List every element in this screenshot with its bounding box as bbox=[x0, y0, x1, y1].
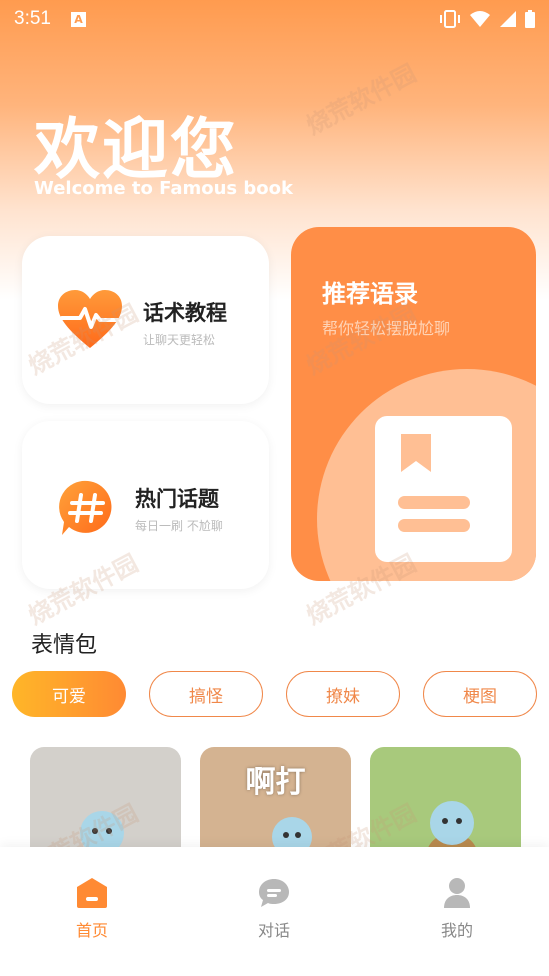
chip-cute[interactable]: 可爱 bbox=[12, 671, 126, 717]
status-bar: 3:51 A bbox=[0, 0, 549, 38]
hot-topics-title: 热门话题 bbox=[135, 487, 219, 511]
chip-meme[interactable]: 梗图 bbox=[423, 671, 537, 717]
signal-icon bbox=[500, 11, 516, 27]
bookmark-document-icon bbox=[375, 416, 512, 562]
category-chips: 可爱 搞怪 撩妹 梗图 bbox=[12, 671, 537, 717]
emoji-thumbnail[interactable] bbox=[30, 747, 181, 857]
status-icons bbox=[439, 10, 535, 28]
recommended-quotes-title: 推荐语录 bbox=[322, 280, 418, 308]
tab-home[interactable]: 首页 bbox=[52, 877, 132, 941]
chip-flirt[interactable]: 撩妹 bbox=[286, 671, 400, 717]
chip-funny[interactable]: 搞怪 bbox=[149, 671, 263, 717]
tab-profile-label: 我的 bbox=[440, 921, 473, 940]
hashtag-chat-icon bbox=[59, 480, 112, 535]
chat-bubble-icon bbox=[259, 879, 289, 907]
battery-icon bbox=[525, 10, 535, 28]
recommended-quotes-card[interactable]: 推荐语录 帮你轻松摆脱尬聊 bbox=[291, 227, 536, 581]
emoji-thumbnail[interactable] bbox=[370, 747, 521, 857]
heart-pulse-icon bbox=[58, 290, 122, 348]
vibrate-icon bbox=[440, 10, 460, 28]
notification-badge: A bbox=[70, 11, 86, 27]
hot-topics-subtitle: 每日一刷 不尬聊 bbox=[135, 519, 223, 533]
home-icon bbox=[77, 878, 107, 908]
person-icon bbox=[444, 878, 470, 908]
emoji-caption: 啊打 bbox=[245, 765, 306, 800]
script-tutorial-subtitle: 让聊天更轻松 bbox=[143, 333, 216, 347]
hot-topics-card[interactable]: 热门话题 每日一刷 不尬聊 bbox=[22, 421, 269, 589]
wifi-icon bbox=[470, 11, 490, 27]
recommended-quotes-subtitle: 帮你轻松摆脱尬聊 bbox=[322, 319, 451, 338]
tab-profile[interactable]: 我的 bbox=[417, 877, 497, 941]
tab-home-label: 首页 bbox=[75, 921, 108, 940]
script-tutorial-card[interactable]: 话术教程 让聊天更轻松 bbox=[22, 236, 269, 404]
script-tutorial-title: 话术教程 bbox=[143, 301, 227, 325]
emoji-grid: 啊打 bbox=[30, 747, 521, 857]
status-time: 3:51 bbox=[14, 8, 51, 29]
hero-subtitle: Welcome to Famous book bbox=[34, 178, 293, 199]
tab-chat[interactable]: 对话 bbox=[234, 877, 314, 941]
tab-chat-label: 对话 bbox=[257, 921, 290, 940]
emoji-section-title: 表情包 bbox=[31, 633, 98, 658]
emoji-thumbnail[interactable]: 啊打 bbox=[200, 747, 351, 857]
bottom-tab-bar: 首页 对话 我的 bbox=[0, 847, 549, 976]
